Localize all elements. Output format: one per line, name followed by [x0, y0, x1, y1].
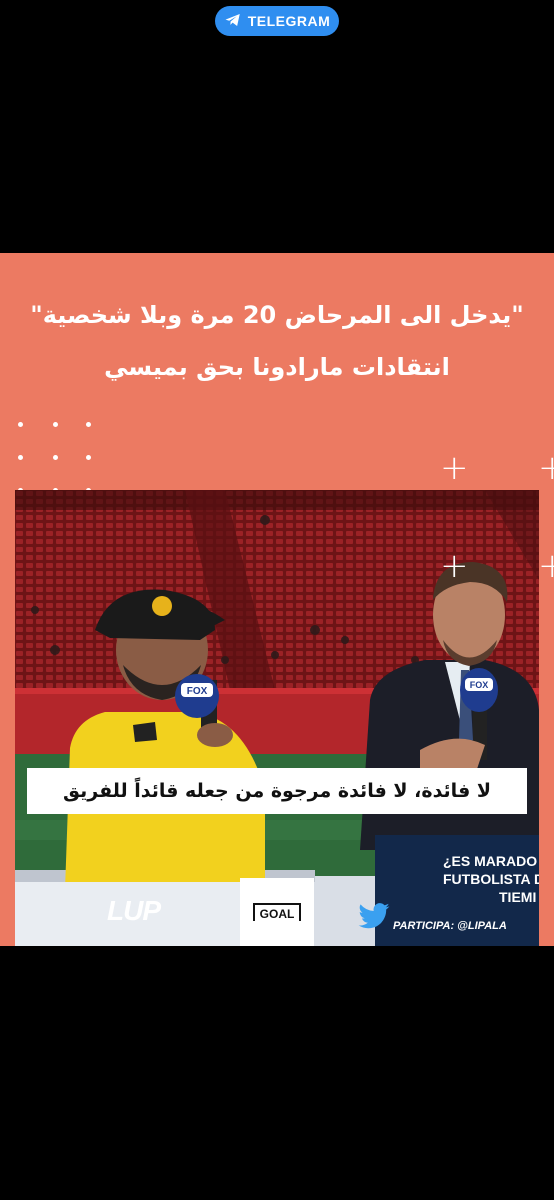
badge-label: TELEGRAM — [247, 13, 331, 29]
mic-label-left: FOX — [187, 686, 208, 697]
fox-overlay-line-2: FUTBOLISTA D — [443, 871, 539, 887]
plus-icon: + — [440, 448, 469, 488]
twitter-icon — [349, 897, 399, 937]
video-subtitle: لا فائدة، لا فائدة مرجوة من جعله قائداً … — [27, 768, 527, 814]
fox-overlay-bottom: PARTICIPA: @LIPALA — [393, 920, 507, 932]
headline-line-2: انتقادات مارادونا بحق بميسي — [104, 353, 450, 381]
plus-icon: + — [440, 546, 469, 586]
headline-line-1: "يدخل الى المرحاض 20 مرة وبلا شخصية" — [30, 301, 524, 329]
plus-icon: + — [538, 448, 554, 488]
post-image: "يدخل الى المرحاض 20 مرة وبلا شخصية" انت… — [0, 253, 554, 946]
mic-label-right: FOX — [470, 680, 489, 690]
fox-overlay-line-1: ¿ES MARADO — [443, 853, 538, 869]
goal-logo: GOAL — [240, 878, 314, 946]
fox-overlay-text: ¿ES MARADO FUTBOLISTA D TIEMI — [443, 852, 539, 906]
lup-logo: LUP — [107, 895, 161, 926]
plus-icon: + — [538, 546, 554, 586]
telegram-badge[interactable]: TELEGRAM — [215, 6, 339, 36]
fox-overlay-line-3: TIEMI — [499, 889, 537, 905]
telegram-icon — [224, 11, 242, 32]
